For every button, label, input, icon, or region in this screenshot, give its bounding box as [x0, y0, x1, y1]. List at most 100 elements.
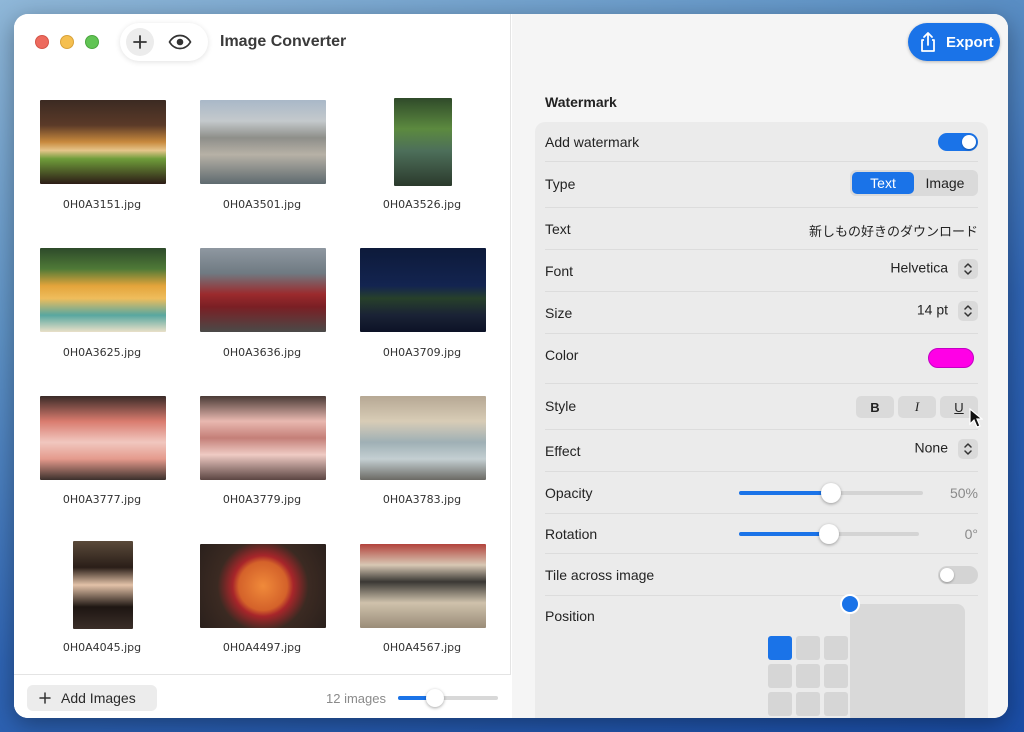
zoom-window-button[interactable] — [85, 35, 99, 49]
opacity-slider-knob[interactable] — [821, 483, 841, 503]
add-button[interactable] — [126, 28, 154, 56]
add-watermark-row: Add watermark — [545, 122, 978, 162]
thumbnail-size-slider[interactable] — [398, 689, 498, 707]
image-gallery-pane: Image Converter 0H0A3151.jpg 0H0A3501.jp… — [14, 14, 511, 718]
tile-label: Tile across image — [545, 567, 655, 583]
export-label: Export — [946, 33, 994, 51]
thumbnail-image[interactable] — [40, 248, 166, 332]
type-segmented-control: Text Image — [850, 170, 978, 196]
thumbnail-filename: 0H0A3709.jpg — [382, 346, 462, 359]
position-middle-left[interactable] — [768, 664, 792, 688]
style-row: Style B I U — [545, 384, 978, 430]
thumbnail-image[interactable] — [200, 396, 326, 480]
type-option-text[interactable]: Text — [852, 172, 914, 194]
thumbnail-size-slider-knob[interactable] — [426, 689, 444, 707]
add-watermark-toggle[interactable] — [938, 133, 978, 151]
text-row: Text 新しもの好きのダウンロード — [545, 208, 978, 250]
position-bottom-center[interactable] — [796, 692, 820, 716]
thumbnail-image[interactable] — [73, 541, 133, 629]
plus-icon — [39, 692, 51, 704]
opacity-slider[interactable] — [739, 483, 923, 503]
updown-chevron-icon — [958, 439, 978, 459]
thumbnail-image[interactable] — [40, 100, 166, 184]
position-middle-right[interactable] — [824, 664, 848, 688]
toggle-knob — [962, 135, 976, 149]
thumbnail-image[interactable] — [360, 248, 486, 332]
thumbnail-image[interactable] — [394, 98, 452, 186]
position-top-right[interactable] — [824, 636, 848, 660]
tile-row: Tile across image — [545, 554, 978, 596]
thumbnail-image[interactable] — [360, 396, 486, 480]
thumbnail-filename: 0H0A3777.jpg — [62, 493, 142, 506]
add-watermark-label: Add watermark — [545, 134, 640, 150]
rotation-slider-knob[interactable] — [819, 524, 839, 544]
thumbnail-filename: 0H0A4045.jpg — [62, 641, 142, 654]
position-bottom-left[interactable] — [768, 692, 792, 716]
effect-row: Effect None — [545, 430, 978, 472]
text-label: Text — [545, 221, 571, 237]
thumbnail-image[interactable] — [360, 544, 486, 628]
italic-button[interactable]: I — [898, 396, 936, 418]
rotation-slider-fill — [739, 532, 829, 536]
effect-popup-button[interactable]: None — [915, 439, 978, 459]
add-images-button[interactable]: Add Images — [27, 685, 157, 711]
thumbnail-filename: 0H0A3501.jpg — [222, 198, 302, 211]
rotation-label: Rotation — [545, 526, 598, 542]
minimize-window-button[interactable] — [60, 35, 74, 49]
size-value: 14 pt — [916, 301, 948, 318]
font-popup-button[interactable]: Helvetica — [890, 259, 978, 279]
settings-pane: Export Watermark Add watermark Type Text… — [512, 14, 1008, 718]
thumbnail-filename: 0H0A3779.jpg — [222, 493, 302, 506]
app-window: Image Converter 0H0A3151.jpg 0H0A3501.jp… — [14, 14, 1008, 718]
tile-toggle[interactable] — [938, 566, 978, 584]
font-row: Font Helvetica — [545, 250, 978, 292]
type-label: Type — [545, 176, 576, 192]
effect-value: None — [914, 439, 948, 456]
position-bottom-right[interactable] — [824, 692, 848, 716]
thumbnail-filename: 0H0A3625.jpg — [62, 346, 142, 359]
thumbnail-filename: 0H0A4497.jpg — [222, 641, 302, 654]
rotation-value: 0° — [964, 526, 978, 542]
thumbnail-image[interactable] — [200, 544, 326, 628]
plus-icon — [133, 35, 147, 49]
font-value: Helvetica — [890, 259, 948, 276]
opacity-slider-fill — [739, 491, 831, 495]
watermark-anchor-handle[interactable] — [840, 594, 860, 614]
position-top-center[interactable] — [796, 636, 820, 660]
opacity-row: Opacity 50% — [545, 472, 978, 514]
type-option-image[interactable]: Image — [914, 172, 976, 194]
share-icon — [921, 32, 935, 52]
eye-icon — [168, 34, 192, 50]
position-preview[interactable] — [840, 594, 965, 718]
effect-label: Effect — [545, 443, 581, 459]
image-count: 12 images — [326, 691, 386, 706]
updown-chevron-icon — [958, 301, 978, 321]
style-label: Style — [545, 398, 577, 414]
size-row: Size 14 pt — [545, 292, 978, 334]
color-label: Color — [545, 347, 579, 363]
thumbnail-image[interactable] — [200, 100, 326, 184]
export-button[interactable]: Export — [908, 23, 1000, 61]
thumbnail-image[interactable] — [40, 396, 166, 480]
toggle-knob — [940, 568, 954, 582]
thumbnail-image[interactable] — [200, 248, 326, 332]
type-row: Type Text Image — [545, 162, 978, 208]
rotation-slider[interactable] — [739, 524, 919, 544]
preview-button[interactable] — [166, 28, 194, 56]
watermark-text-field[interactable]: 新しもの好きのダウンロード — [809, 221, 978, 240]
thumbnail-filename: 0H0A3526.jpg — [382, 198, 462, 211]
size-stepper[interactable]: 14 pt — [917, 301, 978, 321]
color-well[interactable] — [928, 348, 974, 368]
close-window-button[interactable] — [35, 35, 49, 49]
thumbnail-filename: 0H0A3151.jpg — [62, 198, 142, 211]
add-images-label: Add Images — [61, 690, 136, 706]
size-label: Size — [545, 305, 573, 321]
section-title: Watermark — [545, 94, 617, 110]
thumbnail-filename: 0H0A4567.jpg — [382, 641, 462, 654]
color-row: Color — [545, 334, 978, 384]
font-label: Font — [545, 263, 574, 279]
mouse-pointer-icon — [969, 408, 983, 428]
position-top-left[interactable] — [768, 636, 792, 660]
position-center[interactable] — [796, 664, 820, 688]
bold-button[interactable]: B — [856, 396, 894, 418]
